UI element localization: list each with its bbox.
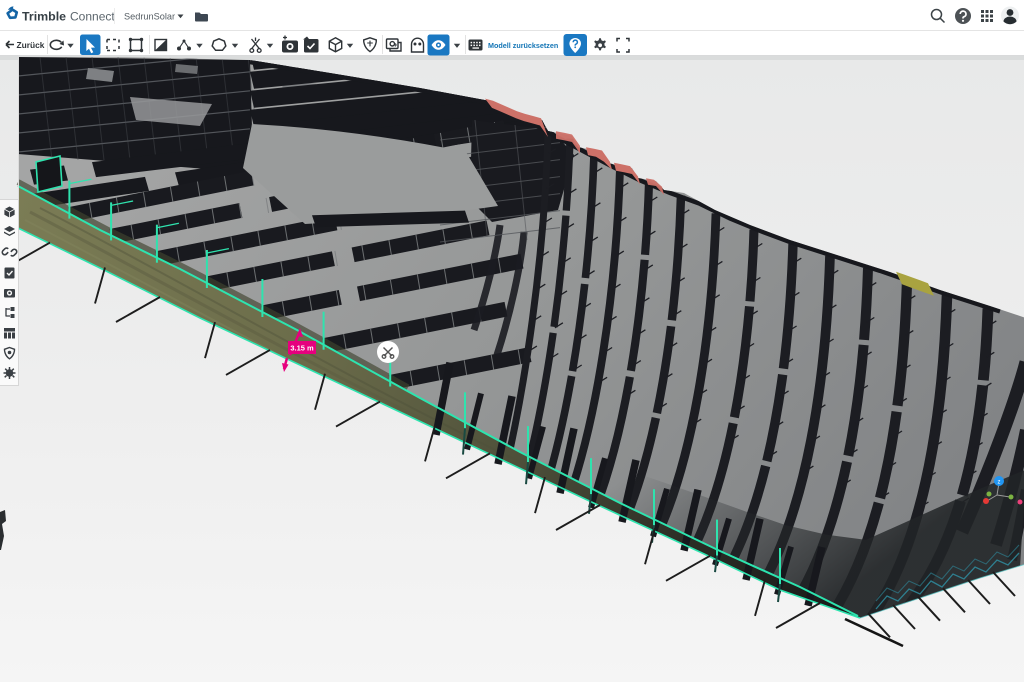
svg-text:3.15 m: 3.15 m: [290, 344, 314, 353]
svg-text:Connect: Connect: [70, 10, 115, 24]
svg-text:z: z: [998, 480, 1001, 486]
svg-text:SedrunSolar: SedrunSolar: [124, 12, 175, 22]
svg-text:Trimble: Trimble: [22, 10, 66, 24]
svg-text:Zurück: Zurück: [17, 40, 45, 50]
svg-text:Modell zurücksetzen: Modell zurücksetzen: [488, 41, 558, 50]
